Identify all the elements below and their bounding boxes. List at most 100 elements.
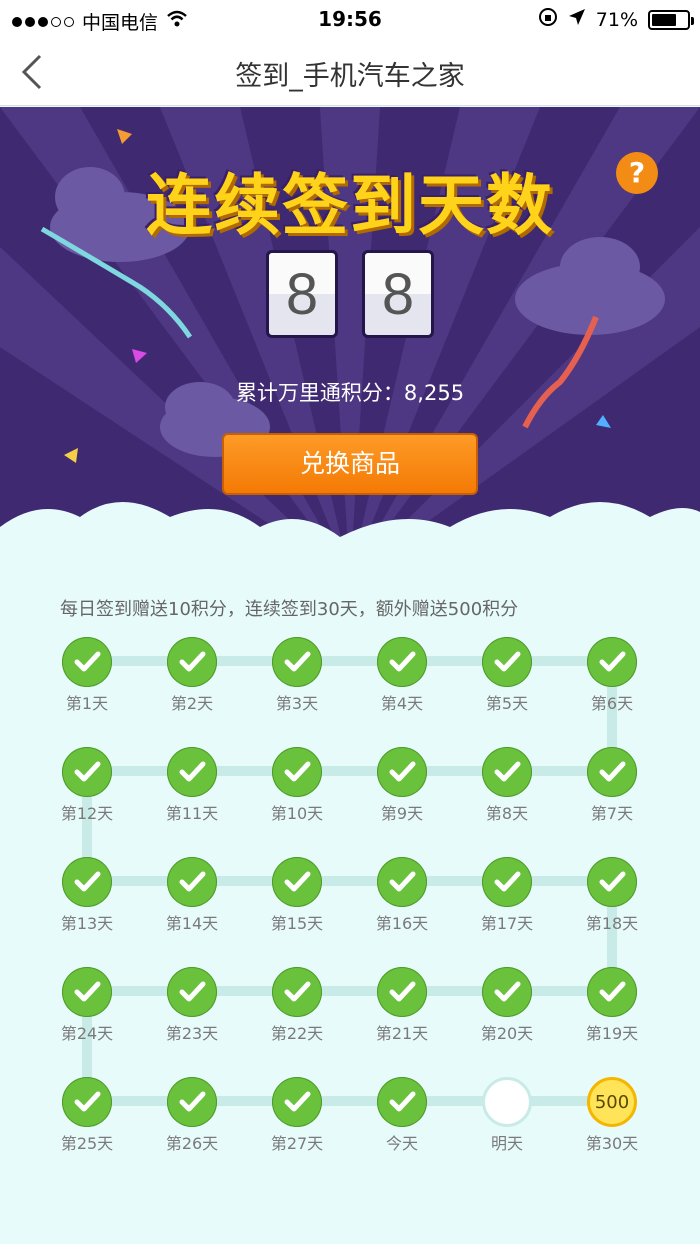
reward-badge: 500 <box>587 1077 637 1127</box>
day-item[interactable]: 第18天 <box>580 857 644 933</box>
day-label: 第3天 <box>275 694 319 713</box>
check-icon <box>587 747 637 797</box>
day-label: 第21天 <box>375 1024 429 1043</box>
headline: 连续签到天数 <box>146 167 554 244</box>
day-item[interactable]: 第7天 <box>580 747 644 823</box>
day-item[interactable]: 第16天 <box>370 857 434 933</box>
check-icon <box>62 857 112 907</box>
help-icon[interactable]: ? <box>616 152 658 194</box>
day-label: 第15天 <box>270 914 324 933</box>
checkin-content: 每日签到赠送10积分，连续签到30天，额外赠送500积分 第1天 第2天 第3天 第4… <box>0 577 700 1244</box>
check-icon <box>377 967 427 1017</box>
hero-banner: 连续签到天数 ? 8 8 累计万里通积分：8,255 兑换商品 <box>0 107 700 577</box>
check-icon <box>272 857 322 907</box>
check-icon <box>62 1077 112 1127</box>
day-label: 第10天 <box>270 804 324 823</box>
day-item[interactable]: 第9天 <box>370 747 434 823</box>
battery-icon <box>648 9 694 30</box>
check-icon <box>62 637 112 687</box>
day-item[interactable]: 第3天 <box>265 637 329 713</box>
day-item[interactable]: 第8天 <box>475 747 539 823</box>
day-label: 第27天 <box>270 1134 324 1153</box>
check-icon <box>587 857 637 907</box>
check-icon <box>377 637 427 687</box>
day-label: 第17天 <box>480 914 534 933</box>
check-icon <box>587 967 637 1017</box>
check-icon <box>167 747 217 797</box>
check-icon <box>482 857 532 907</box>
check-icon <box>482 967 532 1017</box>
day-item[interactable]: 第25天 <box>55 1077 119 1153</box>
streak-digit-2: 8 <box>362 250 434 338</box>
battery-percent: 71% <box>595 8 638 31</box>
day-label: 第26天 <box>165 1134 219 1153</box>
day-label: 第25天 <box>60 1134 114 1153</box>
day-item[interactable]: 今天 <box>370 1077 434 1153</box>
check-icon <box>482 747 532 797</box>
day-label: 明天 <box>490 1134 523 1153</box>
check-icon <box>167 857 217 907</box>
day-item[interactable]: 第15天 <box>265 857 329 933</box>
day-label: 第23天 <box>165 1024 219 1043</box>
day-label: 第24天 <box>60 1024 114 1043</box>
check-icon <box>272 967 322 1017</box>
day-label: 第30天 <box>585 1134 639 1153</box>
points-summary: 累计万里通积分：8,255 <box>235 381 465 405</box>
page-title: 签到_手机汽车之家 <box>235 61 465 92</box>
day-item[interactable]: 第2天 <box>160 637 224 713</box>
day-label: 第7天 <box>590 804 634 823</box>
day-label: 第12天 <box>60 804 114 823</box>
day-item[interactable]: 第10天 <box>265 747 329 823</box>
check-icon <box>587 637 637 687</box>
day-item[interactable]: 第26天 <box>160 1077 224 1153</box>
day-item[interactable]: 第1天 <box>55 637 119 713</box>
check-icon <box>167 637 217 687</box>
day-item[interactable]: 第20天 <box>475 967 539 1043</box>
day-label: 第13天 <box>60 914 114 933</box>
day-item[interactable]: 第13天 <box>55 857 119 933</box>
exchange-goods-button[interactable]: 兑换商品 <box>222 433 478 495</box>
day-item[interactable]: 第27天 <box>265 1077 329 1153</box>
day-label: 第1天 <box>65 694 109 713</box>
check-icon <box>167 1077 217 1127</box>
day-item[interactable]: 第23天 <box>160 967 224 1043</box>
day-item[interactable]: 500 第30天 <box>580 1077 644 1153</box>
day-label: 第2天 <box>170 694 214 713</box>
day-label: 第14天 <box>165 914 219 933</box>
check-icon <box>377 747 427 797</box>
day-item[interactable]: 第17天 <box>475 857 539 933</box>
day-item[interactable]: 第12天 <box>55 747 119 823</box>
streak-digit-1: 8 <box>266 250 338 338</box>
day-label: 第22天 <box>270 1024 324 1043</box>
day-item[interactable]: 第22天 <box>265 967 329 1043</box>
day-label: 今天 <box>385 1134 418 1153</box>
check-icon <box>62 967 112 1017</box>
day-item[interactable]: 第6天 <box>580 637 644 713</box>
check-icon <box>272 747 322 797</box>
day-label: 第19天 <box>585 1024 639 1043</box>
day-item[interactable]: 明天 <box>475 1077 539 1153</box>
check-icon <box>272 637 322 687</box>
day-label: 第16天 <box>375 914 429 933</box>
reward-value: 500 <box>594 1091 630 1113</box>
status-right: 71% <box>538 7 694 32</box>
day-item[interactable]: 第21天 <box>370 967 434 1043</box>
streak-digits: 8 8 <box>0 250 700 338</box>
day-label: 第20天 <box>480 1024 534 1043</box>
check-icon <box>62 747 112 797</box>
check-icon <box>377 1077 427 1127</box>
day-item[interactable]: 第4天 <box>370 637 434 713</box>
day-item[interactable]: 第14天 <box>160 857 224 933</box>
location-icon <box>568 8 586 31</box>
navigation-bar: 签到_手机汽车之家 <box>0 38 700 106</box>
check-icon <box>167 967 217 1017</box>
day-item[interactable]: 第24天 <box>55 967 119 1043</box>
day-label: 第8天 <box>485 804 529 823</box>
check-icon <box>272 1077 322 1127</box>
day-label: 第5天 <box>485 694 529 713</box>
day-item[interactable]: 第11天 <box>160 747 224 823</box>
day-item[interactable]: 第19天 <box>580 967 644 1043</box>
day-item[interactable]: 第5天 <box>475 637 539 713</box>
day-label: 第11天 <box>165 804 219 823</box>
day-label: 第4天 <box>380 694 424 713</box>
